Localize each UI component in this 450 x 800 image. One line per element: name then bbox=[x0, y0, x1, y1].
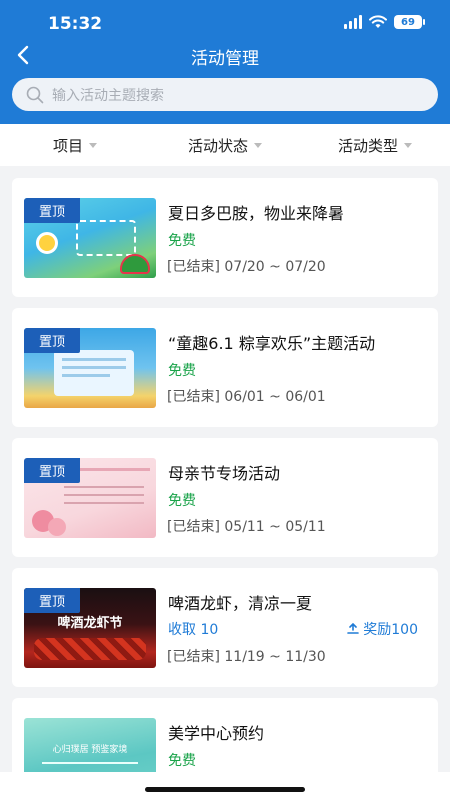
filter-status-label: 活动状态 bbox=[187, 136, 248, 155]
filter-status[interactable]: 活动状态 bbox=[150, 124, 300, 166]
activity-thumbnail: 置顶 bbox=[24, 458, 156, 538]
activity-card[interactable]: 啤酒龙虾节 置顶 啤酒龙虾，清凉一夏 收取 10 奖励100 [已结束] 11/… bbox=[12, 568, 438, 687]
filter-bar: 项目 活动状态 活动类型 bbox=[0, 124, 450, 166]
home-indicator bbox=[145, 787, 305, 792]
activity-title: “童趣6.1 粽享欢乐”主题活动 bbox=[168, 334, 376, 353]
activity-title: 母亲节专场活动 bbox=[168, 464, 281, 483]
activity-fee: 免费 bbox=[168, 363, 196, 379]
activity-title: 夏日多巴胺，物业来降暑 bbox=[168, 204, 345, 223]
caret-down-icon bbox=[404, 142, 412, 148]
collect-amount: 收取 10 bbox=[168, 622, 219, 638]
page-title: 活动管理 bbox=[191, 49, 259, 69]
caret-down-icon bbox=[254, 142, 262, 148]
pin-badge: 置顶 bbox=[24, 588, 80, 613]
pin-badge: 置顶 bbox=[24, 198, 80, 223]
filter-project-label: 项目 bbox=[52, 136, 83, 155]
app-header: 15:32 69 活动管理 bbox=[0, 0, 450, 124]
activity-card[interactable]: 置顶 “童趣6.1 粽享欢乐”主题活动 免费 [已结束] 06/01 ~ 06/… bbox=[12, 308, 438, 427]
bottom-safe-area bbox=[0, 772, 450, 800]
activity-title: 啤酒龙虾，清凉一夏 bbox=[168, 594, 313, 613]
activity-title: 美学中心预约 bbox=[168, 724, 265, 743]
activity-card[interactable]: 置顶 母亲节专场活动 免费 [已结束] 05/11 ~ 05/11 bbox=[12, 438, 438, 557]
status-icons: 69 bbox=[344, 15, 425, 29]
pin-badge: 置顶 bbox=[24, 328, 80, 353]
activity-status: [已结束] 06/01 ~ 06/01 bbox=[167, 389, 326, 405]
activity-fee: 免费 bbox=[168, 753, 196, 769]
activity-status: [已结束] 07/20 ~ 07/20 bbox=[167, 259, 326, 275]
activity-status: [已结束] 05/11 ~ 05/11 bbox=[167, 519, 326, 535]
caret-down-icon bbox=[89, 142, 97, 148]
signal-icon bbox=[344, 15, 362, 29]
reward-amount: 奖励100 bbox=[347, 619, 418, 639]
filter-project[interactable]: 项目 bbox=[0, 124, 150, 166]
nav-bar: 活动管理 bbox=[0, 38, 450, 72]
activity-card[interactable]: 置顶 夏日多巴胺，物业来降暑 免费 [已结束] 07/20 ~ 07/20 bbox=[12, 178, 438, 297]
thumbnail-caption: 心归璞居 预鉴家境 bbox=[52, 745, 128, 755]
search-input[interactable] bbox=[52, 86, 412, 103]
battery-icon: 69 bbox=[394, 15, 425, 29]
activity-fee: 免费 bbox=[168, 493, 196, 509]
search-bar[interactable] bbox=[12, 78, 438, 111]
search-icon bbox=[26, 86, 44, 103]
wifi-icon bbox=[369, 15, 387, 28]
activity-thumbnail: 置顶 bbox=[24, 198, 156, 278]
reward-icon bbox=[347, 623, 360, 634]
reward-label: 奖励100 bbox=[363, 622, 418, 638]
activity-status: [已结束] 11/19 ~ 11/30 bbox=[167, 649, 326, 665]
pin-badge: 置顶 bbox=[24, 458, 80, 483]
activity-thumbnail: 置顶 bbox=[24, 328, 156, 408]
thumbnail-caption: 啤酒龙虾节 bbox=[57, 616, 123, 631]
status-time: 15:32 bbox=[48, 14, 103, 34]
activity-fee: 免费 bbox=[168, 233, 196, 249]
battery-level: 69 bbox=[401, 16, 415, 28]
filter-type-label: 活动类型 bbox=[337, 136, 398, 155]
activity-thumbnail: 啤酒龙虾节 置顶 bbox=[24, 588, 156, 668]
activity-list: 置顶 夏日多巴胺，物业来降暑 免费 [已结束] 07/20 ~ 07/20 置顶… bbox=[12, 178, 438, 800]
filter-type[interactable]: 活动类型 bbox=[300, 124, 450, 166]
